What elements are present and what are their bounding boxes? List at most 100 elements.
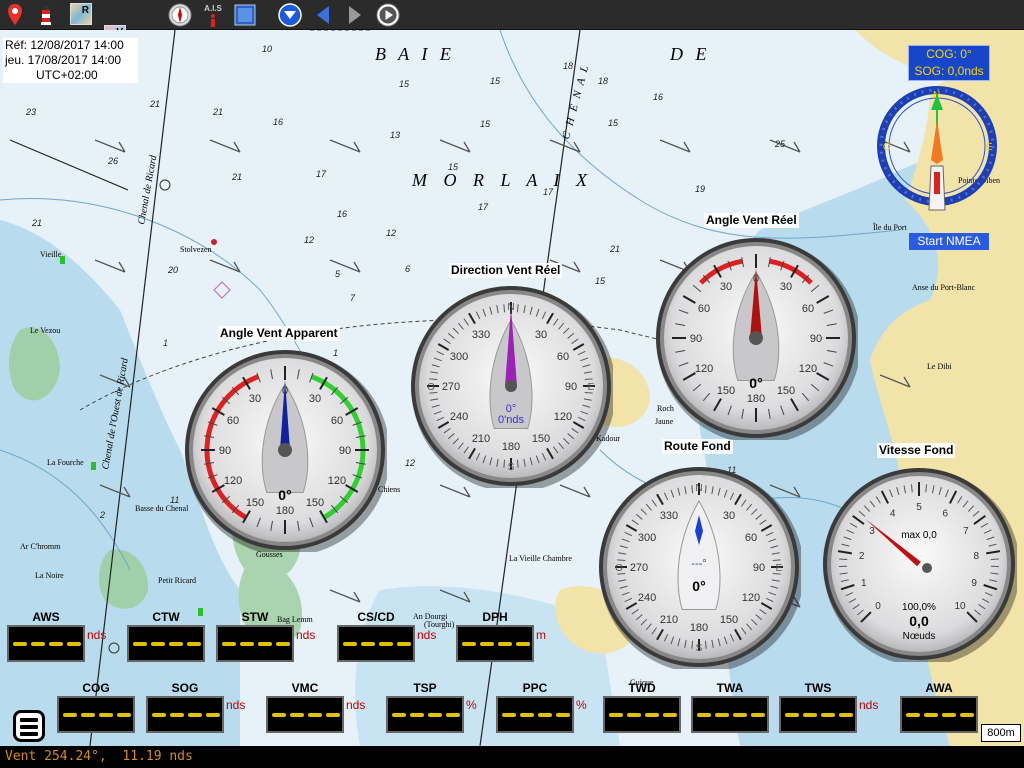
back-arrow-icon[interactable] xyxy=(312,3,334,27)
reference-datetime: Réf: 12/08/2017 14:00 jeu. 17/08/2017 14… xyxy=(3,38,138,83)
menu-button[interactable] xyxy=(13,710,45,742)
apparent-value: 0° xyxy=(278,487,291,503)
placeholder-dash xyxy=(206,713,220,717)
placeholder-dash xyxy=(715,713,729,717)
gauge-title-direction: Direction Vent Réel xyxy=(449,263,563,278)
gauge-scale-label: 30 xyxy=(720,281,732,293)
instrument-aws[interactable]: AWS xyxy=(7,609,85,662)
nmea-compass[interactable]: N E S O xyxy=(877,80,999,230)
gauge-course-over-ground[interactable]: 330 30 60 90 120 150 180 210 240 270 300 N E S O ---° 0° xyxy=(597,465,801,669)
placeholder-dash xyxy=(81,713,95,717)
cardinal-e: E xyxy=(776,563,783,574)
instrument-label: COG xyxy=(82,681,110,695)
gauge-scale-label: 8 xyxy=(974,551,980,562)
play-icon[interactable] xyxy=(376,3,400,27)
gauge-tick xyxy=(503,459,506,468)
instrument-display xyxy=(456,625,534,662)
location-pin-icon[interactable] xyxy=(4,3,26,27)
placeholder-dash xyxy=(498,642,512,646)
placeholder-dash xyxy=(556,713,570,717)
label-chrommm: Ar C'hromm xyxy=(20,542,61,551)
placeholder-dash xyxy=(446,713,460,717)
blue-square-icon[interactable] xyxy=(233,3,257,27)
start-nmea-button[interactable]: Start NMEA xyxy=(909,233,989,250)
placeholder-dash xyxy=(520,713,534,717)
instrument-cscd[interactable]: CS/CD xyxy=(337,609,415,662)
placeholder-dash xyxy=(361,642,375,646)
gauge-apparent-wind[interactable]: 03060901201501801501209060300° xyxy=(183,348,387,552)
forward-arrow-icon[interactable] xyxy=(344,3,366,27)
gauge-speed-over-ground[interactable]: 0 1 2 3 4 5 6 7 8 9 10 max 0,0 100,0%0,0 Nœuds xyxy=(821,466,1017,662)
gauge-scale-label: 30 xyxy=(309,393,321,405)
gauge-scale-label: 150 xyxy=(720,614,738,626)
instrument-label: PPC xyxy=(522,681,548,695)
instrument-unit: nds xyxy=(417,628,437,642)
cardinal-e: E xyxy=(588,382,595,393)
instrument-twd[interactable]: TWD xyxy=(603,680,681,733)
ais-label: A.I.S xyxy=(204,3,222,13)
instrument-display xyxy=(57,696,135,733)
gauge-scale-label: 270 xyxy=(630,562,648,574)
instrument-awa[interactable]: AWA xyxy=(900,680,978,733)
label-vieille: Vieille xyxy=(40,250,62,259)
instrument-ctw[interactable]: CTW xyxy=(127,609,205,662)
instrument-display xyxy=(337,625,415,662)
down-arrow-circle-icon[interactable] xyxy=(278,3,302,27)
cardinal-s: S xyxy=(508,462,515,473)
speed-percent: 100,0% xyxy=(902,602,936,613)
gauge-true-wind-angle[interactable]: 03060901201501801501209060300° xyxy=(654,236,858,440)
placeholder-dash xyxy=(343,642,357,646)
raster-map-r[interactable]: R xyxy=(70,3,92,25)
placeholder-dash xyxy=(117,713,131,717)
instrument-ppc[interactable]: PPC xyxy=(496,680,574,733)
lighthouse-icon[interactable] xyxy=(36,3,56,27)
gauge-scale-label: 120 xyxy=(554,411,572,423)
gauge-true-wind-direction[interactable]: 330 306090120150180210240270300NESO0°0'nd… xyxy=(409,284,613,488)
compass-icon[interactable] xyxy=(168,3,192,27)
toolbar: R V M A.I.S xyxy=(0,0,1024,69)
gauge-scale-label: 10 xyxy=(954,601,966,612)
needle-hub xyxy=(278,443,292,457)
svg-text:20: 20 xyxy=(167,265,178,275)
instrument-cog[interactable]: COG xyxy=(57,680,135,733)
instrument-twa[interactable]: TWA xyxy=(691,680,769,733)
gauge-scale-label: 30 xyxy=(535,329,547,341)
placeholder-dash xyxy=(99,713,113,717)
instrument-stw[interactable]: STW xyxy=(216,609,294,662)
placeholder-dash xyxy=(733,713,747,717)
ref-date: Réf: 12/08/2017 14:00 xyxy=(5,38,124,52)
instrument-label: TSP xyxy=(413,681,437,695)
label-petit-ricard: Petit Ricard xyxy=(158,576,196,585)
label-vezou: Le Vezou xyxy=(30,326,60,335)
instrument-tsp[interactable]: TSP xyxy=(386,680,464,733)
gauge-scale-label: 60 xyxy=(227,415,239,427)
gauge-tick xyxy=(617,559,626,562)
gauge-scale-label: 90 xyxy=(690,333,702,345)
needle-hub xyxy=(505,380,517,392)
svg-text:6: 6 xyxy=(405,264,410,274)
instrument-sog[interactable]: SOG xyxy=(146,680,224,733)
gauge-tick xyxy=(990,558,999,560)
gauge-scale-label: 300 xyxy=(638,532,656,544)
gauge-scale-label: 7 xyxy=(963,526,969,537)
instrument-tws[interactable]: TWS xyxy=(779,680,857,733)
gauge-scale-label: 30 xyxy=(780,281,792,293)
svg-text:7: 7 xyxy=(350,293,356,303)
instrument-label: TWD xyxy=(628,681,656,695)
instrument-dph[interactable]: DPH xyxy=(456,609,534,662)
gauge-scale-label: 60 xyxy=(557,351,569,363)
instrument-unit: nds xyxy=(859,698,879,712)
gauge-tick xyxy=(503,304,506,313)
instrument-label: SOG xyxy=(171,681,199,695)
placeholder-dash xyxy=(169,642,183,646)
gauge-tick xyxy=(516,304,519,313)
instrument-vmc[interactable]: VMC xyxy=(266,680,344,733)
wind-status-bar: Vent 254.24°, 11.19 nds xyxy=(0,746,1024,768)
gauge-scale-label: 1 xyxy=(861,578,867,589)
cardinal-o: O xyxy=(427,382,435,393)
placeholder-dash xyxy=(410,713,424,717)
gauge-tick xyxy=(429,378,438,381)
nmea-cog-sog: COG: 0° SOG: 0,0nds xyxy=(908,45,990,81)
ais-icon[interactable]: A.I.S xyxy=(198,3,228,27)
gauge-scale-label: 120 xyxy=(799,363,817,375)
